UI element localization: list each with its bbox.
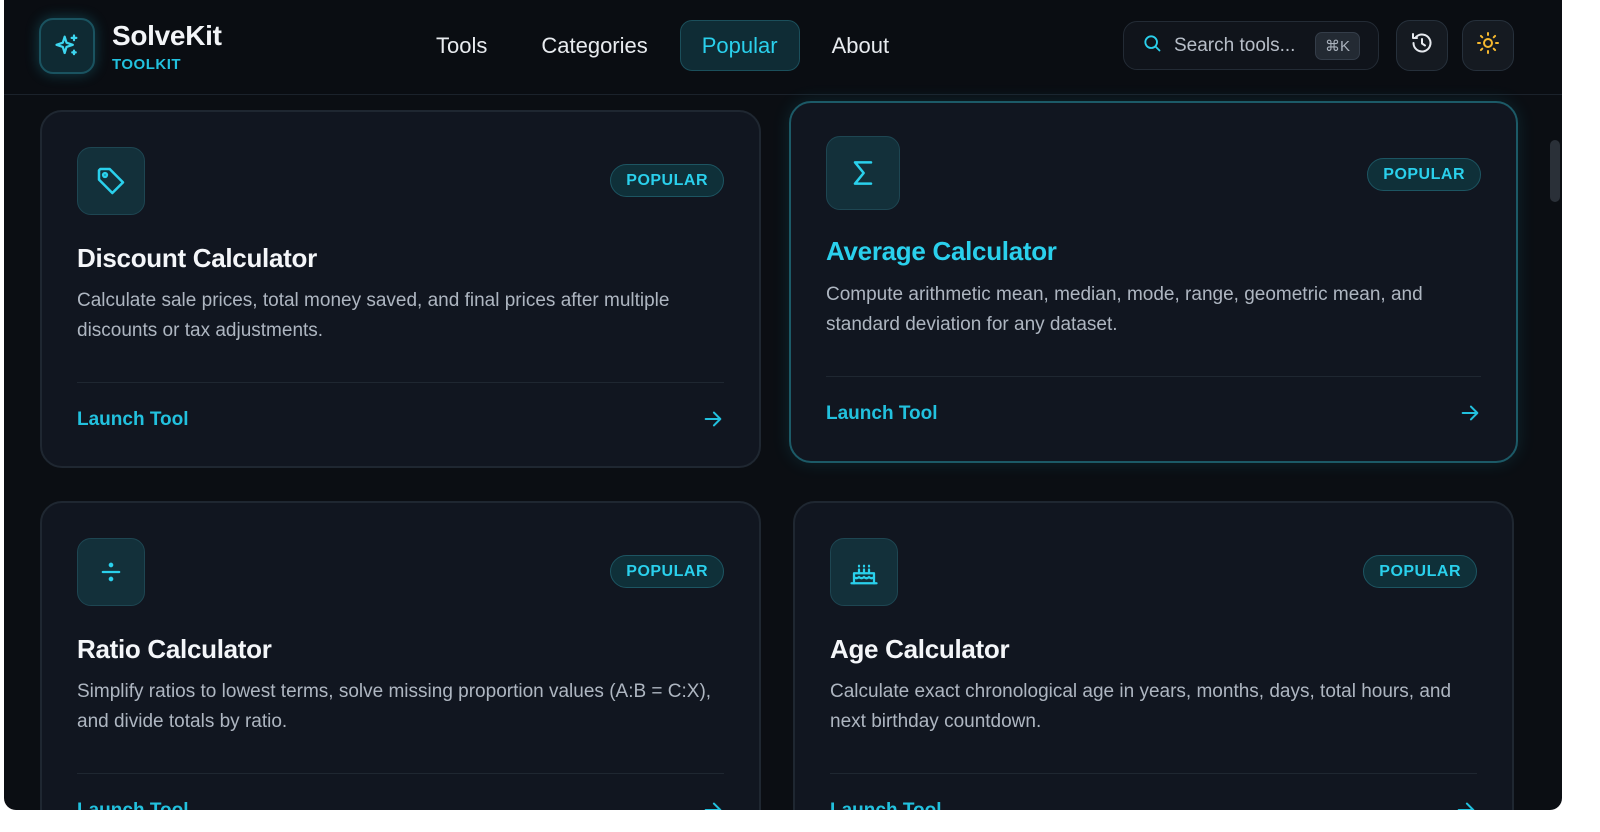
nav-about[interactable]: About: [810, 20, 912, 71]
tool-card-age[interactable]: POPULAR Age Calculator Calculate exact c…: [793, 501, 1514, 810]
cake-icon: [830, 538, 898, 606]
card-divider: [77, 773, 724, 774]
history-button[interactable]: [1396, 20, 1448, 71]
divide-icon: [77, 538, 145, 606]
card-description: Simplify ratios to lowest terms, solve m…: [77, 681, 712, 732]
history-icon: [1410, 31, 1434, 60]
card-title: Age Calculator: [830, 634, 1010, 664]
app-window: SolveKit TOOLKIT Tools Categories Popula…: [4, 0, 1562, 810]
search-placeholder: Search tools...: [1174, 34, 1296, 56]
card-divider: [77, 382, 724, 383]
launch-tool-link[interactable]: Launch Tool: [830, 800, 942, 810]
logo-icon[interactable]: [39, 18, 95, 74]
sigma-icon: [826, 136, 900, 210]
launch-tool-link[interactable]: Launch Tool: [77, 800, 189, 810]
search-box[interactable]: Search tools... ⌘K: [1123, 21, 1379, 70]
tag-icon: [77, 147, 145, 215]
card-description: Compute arithmetic mean, median, mode, r…: [826, 284, 1423, 335]
popular-badge: POPULAR: [1367, 158, 1481, 191]
launch-tool-link[interactable]: Launch Tool: [77, 409, 189, 431]
arrow-right-icon[interactable]: [1455, 799, 1477, 810]
card-title: Average Calculator: [826, 236, 1057, 266]
card-title: Discount Calculator: [77, 243, 317, 273]
tool-card-discount[interactable]: POPULAR Discount Calculator Calculate sa…: [40, 110, 761, 468]
launch-tool-link[interactable]: Launch Tool: [826, 403, 938, 425]
popular-badge: POPULAR: [610, 555, 724, 588]
popular-badge: POPULAR: [1363, 555, 1477, 588]
popular-badge: POPULAR: [610, 164, 724, 197]
search-shortcut: ⌘K: [1314, 32, 1360, 60]
arrow-right-icon[interactable]: [702, 408, 724, 435]
nav-categories[interactable]: Categories: [519, 20, 669, 71]
card-title: Ratio Calculator: [77, 634, 272, 664]
top-header: SolveKit TOOLKIT Tools Categories Popula…: [4, 0, 1562, 95]
tool-card-average[interactable]: POPULAR Average Calculator Compute arith…: [789, 101, 1518, 463]
card-divider: [826, 376, 1481, 377]
arrow-right-icon[interactable]: [1459, 402, 1481, 429]
main-nav: Tools Categories Popular About: [414, 20, 911, 71]
arrow-right-icon[interactable]: [702, 799, 724, 810]
search-icon: [1142, 33, 1162, 58]
nav-popular[interactable]: Popular: [679, 20, 800, 71]
nav-tools[interactable]: Tools: [414, 20, 509, 71]
brand-name[interactable]: SolveKit: [112, 20, 222, 52]
theme-toggle-button[interactable]: [1462, 20, 1514, 71]
card-description: Calculate exact chronological age in yea…: [830, 681, 1452, 732]
sun-icon: [1476, 31, 1500, 60]
tool-card-ratio[interactable]: POPULAR Ratio Calculator Simplify ratios…: [40, 501, 761, 810]
brand-subtitle: TOOLKIT: [112, 56, 182, 73]
scrollbar-thumb[interactable]: [1550, 140, 1560, 202]
card-divider: [830, 773, 1477, 774]
card-description: Calculate sale prices, total money saved…: [77, 290, 670, 341]
